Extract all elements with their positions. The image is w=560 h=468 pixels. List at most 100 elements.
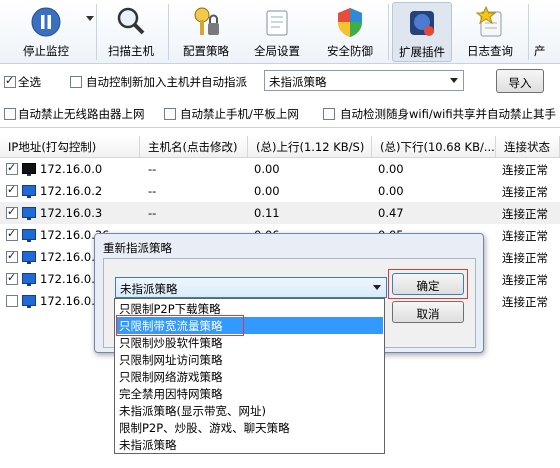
auto-control-checkbox[interactable] (70, 76, 82, 88)
block-router-label: 自动禁止无线路由器上网 (18, 107, 145, 121)
magnifier-icon (114, 5, 148, 39)
dropdown-option[interactable]: 未指派策略(显示带宽、网址) (116, 402, 383, 419)
row-status: 连接正常 (502, 229, 548, 243)
row-status: 连接正常 (502, 185, 548, 199)
scan-host-label: 扫描主机 (108, 44, 154, 58)
row-host: -- (148, 162, 157, 176)
key-lock-icon (189, 5, 223, 39)
computer-icon (22, 295, 36, 308)
row-checkbox[interactable] (6, 249, 18, 263)
row-checkbox[interactable] (6, 205, 18, 219)
table-row[interactable]: 172.16.0.0 -- 0.00 0.00 连接正常 (0, 158, 560, 180)
stop-monitor-button[interactable]: 停止监控 (10, 2, 82, 62)
cancel-button[interactable]: 取消 (392, 301, 464, 323)
row-ip: 172.16.0.1 (40, 250, 103, 264)
policy-combo[interactable]: 未指派策略 (264, 70, 464, 91)
shield-icon (333, 5, 367, 39)
row-down: 0.00 (378, 184, 404, 198)
scan-host-button[interactable]: 扫描主机 (98, 2, 164, 62)
auto-control-label: 自动控制新加入主机并自动指派 (86, 75, 247, 89)
detect-wifi-checkbox[interactable] (323, 108, 335, 120)
ok-button-highlight (388, 269, 468, 299)
row-status: 连接正常 (502, 207, 548, 221)
table-row[interactable]: 172.16.0.3 -- 0.11 0.47 连接正常 (0, 202, 560, 224)
import-button[interactable]: 导入 (496, 69, 544, 93)
row-ip: 172.16.0.1 (40, 272, 103, 286)
block-router-checkbox[interactable] (4, 108, 16, 120)
global-settings-button[interactable]: 全局设置 (244, 2, 310, 62)
row-up: 0.00 (254, 184, 280, 198)
log-star-icon (473, 5, 507, 39)
settings-icon (260, 5, 294, 39)
row-ip: 172.16.0.2 (40, 294, 103, 308)
product-icon (536, 5, 560, 39)
pause-icon (29, 5, 63, 39)
config-policy-label: 配置策略 (183, 44, 229, 58)
computer-icon (22, 163, 36, 176)
dialog-title: 重新指派策略 (103, 241, 172, 255)
policy-dropdown-list[interactable]: 只限制P2P下载策略 只限制带宽流量策略 只限制炒股软件策略 只限制网址访问策略… (114, 298, 385, 454)
config-policy-button[interactable]: 配置策略 (172, 2, 240, 62)
chevron-down-icon (450, 78, 458, 83)
stop-monitor-label: 停止监控 (23, 44, 69, 58)
dialog-policy-value: 未指派策略 (120, 282, 178, 296)
row-checkbox[interactable] (6, 183, 18, 197)
table-row[interactable]: 172.16.0.2 -- 0.00 0.00 连接正常 (0, 180, 560, 202)
option-highlight-box (116, 315, 244, 336)
auto-block-row: 自动禁止无线路由器上网 自动禁止手机/平板上网 自动检测随身wifi/wifi共… (0, 100, 560, 128)
header-download[interactable]: (总)下行(10.68 KB/... (372, 136, 496, 158)
row-host: -- (148, 184, 157, 198)
row-status: 连接正常 (502, 163, 548, 177)
options-row: 全选 自动控制新加入主机并自动指派 未指派策略 导入 (0, 66, 560, 98)
header-status[interactable]: 连接状态 (496, 136, 560, 158)
row-status: 连接正常 (502, 273, 548, 287)
row-checkbox[interactable] (6, 271, 18, 285)
header-ip[interactable]: IP地址(打勾控制) (0, 136, 140, 158)
select-all-checkbox[interactable] (4, 74, 16, 88)
chevron-down-icon (373, 285, 381, 290)
policy-combo-value: 未指派策略 (269, 75, 327, 89)
dropdown-option[interactable]: 限制P2P、炒股、游戏、聊天策略 (116, 419, 383, 436)
computer-icon (22, 229, 36, 242)
main-toolbar: 停止监控 扫描主机 配置策略 全局设置 安全防御 扩展插件 日志查询 产 (0, 0, 560, 64)
row-checkbox[interactable] (6, 295, 18, 307)
security-defense-button[interactable]: 安全防御 (316, 2, 384, 62)
dropdown-option[interactable]: 未指派策略 (116, 436, 383, 453)
log-query-label: 日志查询 (467, 44, 513, 58)
block-phone-checkbox[interactable] (164, 108, 176, 120)
product-button[interactable]: 产 (534, 2, 560, 62)
dropdown-option[interactable]: 完全禁用因特网策略 (116, 385, 383, 402)
header-upload[interactable]: (总)上行(1.12 KB/S) (248, 136, 372, 158)
dropdown-option[interactable]: 只限制网址访问策略 (116, 351, 383, 368)
computer-icon (22, 207, 36, 220)
dropdown-option[interactable]: 只限制炒股软件策略 (116, 334, 383, 351)
product-label: 产 (534, 44, 546, 58)
row-ip: 172.16.0.3 (40, 206, 103, 220)
computer-icon (22, 251, 36, 264)
row-checkbox[interactable] (6, 227, 18, 241)
row-down: 0.00 (378, 162, 404, 176)
log-query-button[interactable]: 日志查询 (458, 2, 522, 62)
security-defense-label: 安全防御 (327, 44, 373, 58)
row-status: 连接正常 (502, 295, 548, 309)
row-up: 0.11 (254, 206, 280, 220)
row-ip: 172.16.0.2 (40, 184, 103, 198)
header-hostname[interactable]: 主机名(点击修改) (140, 136, 248, 158)
row-status: 连接正常 (502, 251, 548, 265)
computer-icon (22, 273, 36, 286)
extension-plugin-label: 扩展插件 (399, 45, 445, 59)
row-host: -- (148, 206, 157, 220)
global-settings-label: 全局设置 (254, 44, 300, 58)
extension-plugin-button[interactable]: 扩展插件 (392, 2, 452, 62)
block-phone-label: 自动禁止手机/平板上网 (180, 107, 299, 121)
row-up: 0.00 (254, 162, 280, 176)
row-ip: 172.16.0.0 (40, 162, 103, 176)
dropdown-option[interactable]: 只限制网络游戏策略 (116, 368, 383, 385)
select-all-label: 全选 (18, 75, 41, 89)
computer-icon (22, 185, 36, 198)
row-down: 0.47 (378, 206, 404, 220)
plugin-icon (405, 6, 439, 40)
row-checkbox[interactable] (6, 161, 18, 175)
dialog-policy-select[interactable]: 未指派策略 (115, 277, 387, 298)
chevron-down-icon[interactable] (86, 16, 94, 21)
